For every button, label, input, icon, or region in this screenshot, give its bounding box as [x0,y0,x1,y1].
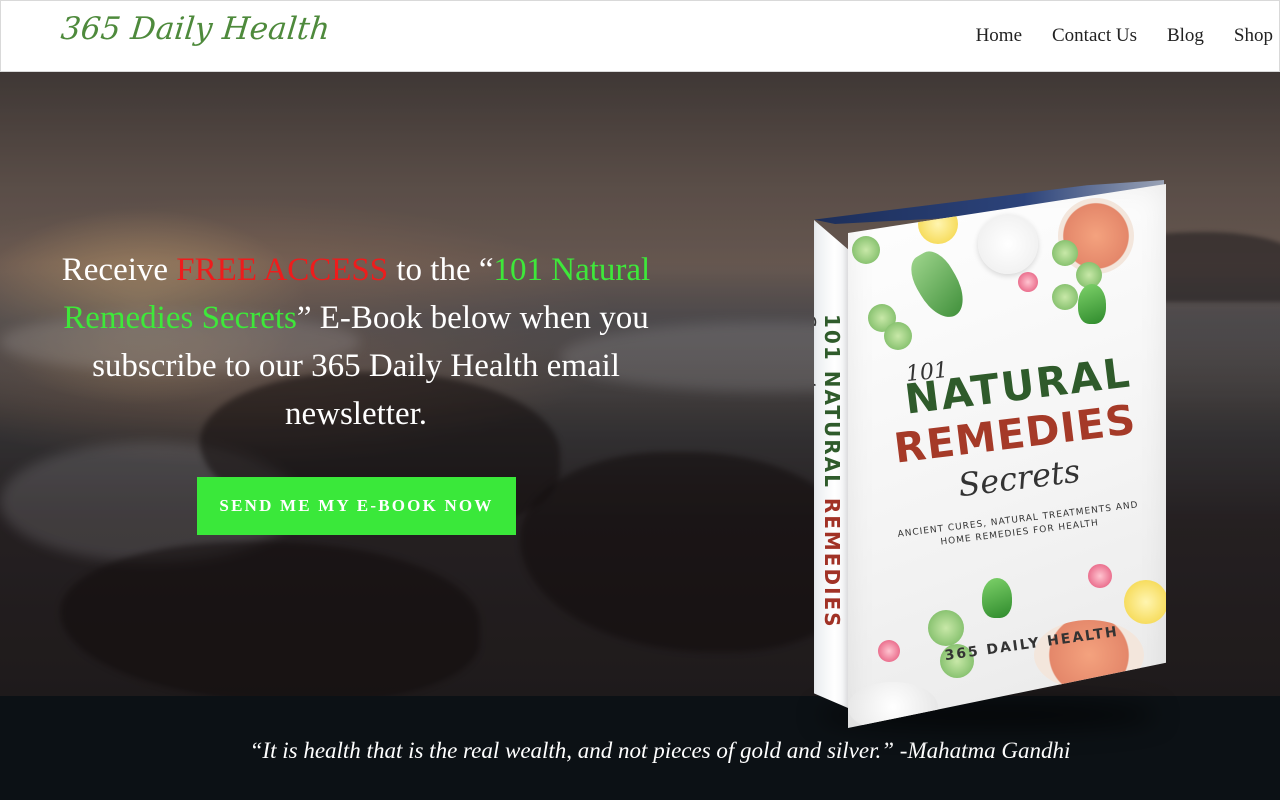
flower-illustration [1088,564,1112,588]
leaf-illustration [903,244,973,326]
basil-leaf-illustration [1078,284,1106,324]
lemon-illustration [1124,580,1166,624]
nav-contact-us[interactable]: Contact Us [1052,25,1137,47]
free-access-highlight: FREE ACCESS [176,252,389,288]
book-spine: 101 NATURAL REMEDIES Secrets [814,220,848,708]
nav-shop[interactable]: Shop [1234,25,1273,47]
basil-leaf-illustration [982,578,1012,618]
flour-bowl-illustration [978,214,1038,274]
cucumber-slice-illustration [1052,284,1078,310]
gandhi-quote: “It is health that is the real wealth, a… [249,738,1071,763]
cucumber-slice-illustration [884,322,912,350]
flower-illustration [878,640,900,662]
flower-illustration [1018,272,1038,292]
hero-text-part: Receive [61,252,177,288]
spine-text-part: REMEDIES [820,497,844,629]
hero-text-part: to the “ [388,252,494,288]
spine-text-part: 101 NATURAL [820,314,844,498]
spine-title: 101 NATURAL REMEDIES Secrets [814,314,844,708]
cucumber-slice-illustration [928,610,964,646]
cover-subtitle: ANCIENT CURES, NATURAL TREATMENTS AND HO… [897,500,1140,548]
hero-headline: Receive FREE ACCESS to the “101 Natural … [40,246,672,438]
ebook-cover-image: 101 NATURAL REMEDIES Secrets 101 NATURAL… [812,180,1168,730]
send-ebook-button[interactable]: SEND ME MY E-BOOK NOW [197,477,516,535]
site-logo[interactable]: 365 Daily Health [59,11,332,47]
nav-home[interactable]: Home [976,25,1022,47]
nav-blog[interactable]: Blog [1167,25,1204,47]
cucumber-slice-illustration [1052,240,1078,266]
cucumber-slice-illustration [852,236,880,264]
site-header: 365 Daily Health Home Contact Us Blog Sh… [0,0,1280,72]
main-nav: Home Contact Us Blog Shop [946,25,1273,47]
book-front-cover: 101 NATURAL REMEDIES Secrets ANCIENT CUR… [848,184,1166,728]
